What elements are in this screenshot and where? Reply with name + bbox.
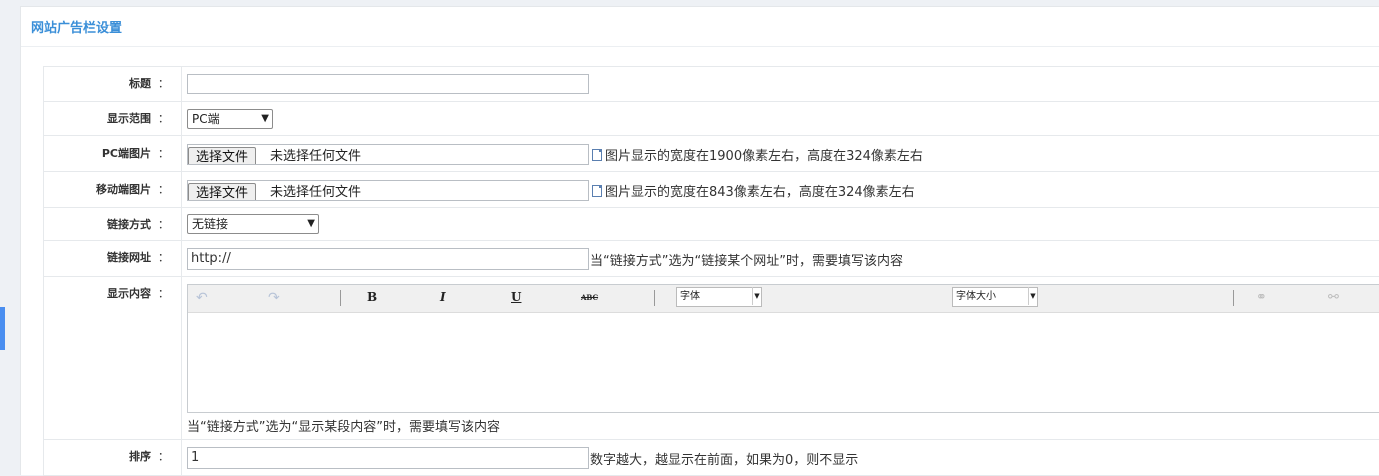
link-url-input[interactable]: http:// (187, 248, 589, 270)
order-input[interactable]: 1 (187, 447, 589, 469)
row-title: 标题 ： (44, 67, 1379, 102)
strikethrough-button[interactable]: ABC (581, 293, 598, 302)
link-type-colon: ： (158, 218, 169, 231)
font-size-select[interactable]: 字体大小 ▼ (952, 287, 1038, 307)
toolbar-separator (340, 290, 341, 306)
scope-colon: ： (158, 112, 169, 125)
link-type-select[interactable]: 无链接 ▼ (187, 214, 319, 234)
left-accent-bar (0, 307, 5, 350)
mobile-image-file-input[interactable]: 选择文件 未选择任何文件 (187, 180, 589, 201)
row-mobile-image: 移动端图片 ： 选择文件 未选择任何文件 图片显示的宽度在843像素左右，高度在… (44, 172, 1379, 208)
font-size-select-value: 字体大小 (956, 291, 996, 302)
chevron-down-icon: ▼ (261, 113, 269, 124)
scope-label: 显示范围 (107, 112, 151, 125)
row-pc-image: PC端图片 ： 选择文件 未选择任何文件 图片显示的宽度在1900像素左右，高度… (44, 136, 1379, 172)
document-icon (592, 149, 602, 161)
chevron-down-icon: ▼ (307, 218, 315, 229)
mobile-image-hint-text: 图片显示的宽度在843像素左右，高度在324像素左右 (605, 185, 915, 200)
row-content: 显示内容 ： ↶ ↷ B I U ABC 字体 ▼ 字体大小 ▼ ⚭ ⚯ 当“链… (44, 277, 1379, 440)
chevron-down-icon: ▼ (752, 287, 761, 305)
pc-image-choose-button[interactable]: 选择文件 (188, 147, 257, 164)
title-input[interactable] (187, 74, 589, 94)
link-icon[interactable]: ⚭ (1256, 290, 1267, 305)
order-hint: 数字越大，越显示在前面，如果为0，则不显示 (590, 453, 859, 468)
pc-image-hint: 图片显示的宽度在1900像素左右，高度在324像素左右 (592, 145, 923, 164)
undo-icon[interactable]: ↶ (196, 290, 208, 306)
link-url-hint: 当“链接方式”选为“链接某个网址”时，需要填写该内容 (590, 254, 903, 269)
title-colon: ： (158, 77, 169, 90)
pc-image-file-status: 未选择任何文件 (270, 149, 362, 164)
pc-image-hint-text: 图片显示的宽度在1900像素左右，高度在324像素左右 (605, 149, 923, 164)
order-label: 排序 (129, 450, 151, 463)
row-link-type: 链接方式 ： 无链接 ▼ (44, 208, 1379, 241)
content-colon: ： (158, 287, 169, 300)
bold-button[interactable]: B (367, 290, 377, 304)
order-colon: ： (158, 450, 169, 463)
link-type-label: 链接方式 (107, 218, 151, 231)
settings-panel: 网站广告栏设置 标题 ： 显示范围 ： PC端 ▼ PC端图片 ： 选择文件 未… (20, 6, 1379, 476)
row-scope: 显示范围 ： PC端 ▼ (44, 102, 1379, 136)
ad-settings-form: 标题 ： 显示范围 ： PC端 ▼ PC端图片 ： 选择文件 未选择任何文件 图… (43, 66, 1379, 476)
document-icon (592, 185, 602, 197)
rich-text-editor[interactable]: ↶ ↷ B I U ABC 字体 ▼ 字体大小 ▼ ⚭ ⚯ (187, 284, 1379, 413)
unlink-icon[interactable]: ⚯ (1328, 290, 1339, 305)
italic-button[interactable]: I (440, 290, 446, 304)
title-label: 标题 (129, 77, 151, 90)
pc-image-file-input[interactable]: 选择文件 未选择任何文件 (187, 144, 589, 165)
scope-select-value: PC端 (192, 112, 220, 126)
mobile-image-file-status: 未选择任何文件 (270, 185, 362, 200)
link-url-colon: ： (158, 251, 169, 264)
mobile-image-label: 移动端图片 (96, 183, 151, 196)
content-hint: 当“链接方式”选为“显示某段内容”时，需要填写该内容 (187, 420, 500, 435)
chevron-down-icon: ▼ (1028, 287, 1037, 305)
content-label: 显示内容 (107, 287, 151, 300)
row-order: 排序 ： 1 数字越大，越显示在前面，如果为0，则不显示 (44, 440, 1379, 476)
link-url-label: 链接网址 (107, 251, 151, 264)
toolbar-separator (1233, 290, 1234, 306)
toolbar-separator (654, 290, 655, 306)
font-family-select-value: 字体 (680, 291, 700, 302)
mobile-image-choose-button[interactable]: 选择文件 (188, 183, 257, 200)
link-type-select-value: 无链接 (192, 217, 229, 231)
title-divider (21, 46, 1379, 47)
font-family-select[interactable]: 字体 ▼ (676, 287, 762, 307)
scope-select[interactable]: PC端 ▼ (187, 109, 273, 129)
row-link-url: 链接网址 ： http:// 当“链接方式”选为“链接某个网址”时，需要填写该内… (44, 241, 1379, 277)
underline-button[interactable]: U (511, 290, 521, 304)
mobile-image-hint: 图片显示的宽度在843像素左右，高度在324像素左右 (592, 181, 915, 200)
mobile-image-colon: ： (158, 183, 169, 196)
redo-icon[interactable]: ↷ (268, 290, 280, 306)
pc-image-label: PC端图片 (101, 147, 151, 160)
pc-image-colon: ： (158, 147, 169, 160)
editor-toolbar: ↶ ↷ B I U ABC 字体 ▼ 字体大小 ▼ ⚭ ⚯ (188, 285, 1379, 313)
panel-title: 网站广告栏设置 (31, 21, 123, 36)
